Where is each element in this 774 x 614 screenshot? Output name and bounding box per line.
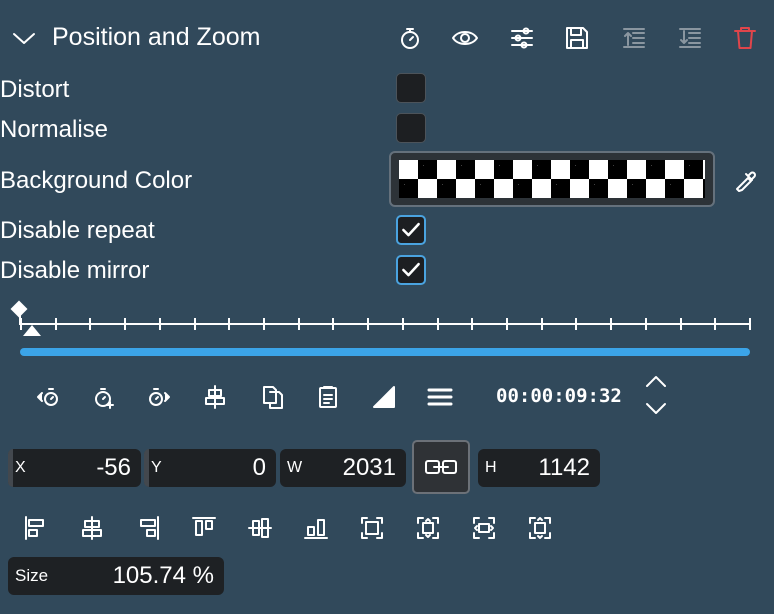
ruler-tick <box>471 318 474 330</box>
size-key-label: Size <box>15 566 49 585</box>
stopwatch-icon[interactable] <box>396 24 424 52</box>
link-icon <box>425 460 457 474</box>
link-aspect-button[interactable] <box>412 440 470 494</box>
fit-height-icon[interactable] <box>414 514 442 542</box>
align-bottom-icon[interactable] <box>302 514 330 542</box>
save-icon[interactable] <box>563 24 591 52</box>
field-handle <box>144 449 149 487</box>
ruler-tick <box>401 318 404 330</box>
ruler-tick <box>54 318 57 330</box>
playhead-marker[interactable] <box>23 325 41 336</box>
paste-icon[interactable] <box>314 383 342 411</box>
transparent-checker-pattern <box>399 160 705 198</box>
timecode-down-icon[interactable] <box>642 396 670 418</box>
align-vcenter-icon[interactable] <box>246 514 274 542</box>
align-hcenter-icon[interactable] <box>78 514 106 542</box>
height-field[interactable]: H 1142 <box>478 449 600 487</box>
ruler-tick <box>436 318 439 330</box>
ruler-tick <box>124 318 127 330</box>
ruler-tick <box>575 318 578 330</box>
background-color-label: Background Color <box>0 167 193 194</box>
timecode-display[interactable]: 00:00:09:32 <box>496 384 622 408</box>
previous-keyframe-icon[interactable] <box>34 383 62 411</box>
move-up-icon[interactable] <box>620 24 648 52</box>
align-left-icon[interactable] <box>22 514 50 542</box>
size-value[interactable]: 105.74 % <box>75 562 224 590</box>
copy-icon[interactable] <box>259 383 287 411</box>
ruler-tick <box>193 318 196 330</box>
x-value[interactable]: -56 <box>37 454 141 482</box>
disable-mirror-label: Disable mirror <box>0 257 150 284</box>
eye-icon[interactable] <box>451 24 479 52</box>
fit-all-icon[interactable] <box>526 514 554 542</box>
timeline-ruler[interactable] <box>20 323 750 325</box>
ruler-tick <box>714 318 717 330</box>
timecode-up-icon[interactable] <box>642 372 670 394</box>
background-color-swatch[interactable] <box>389 151 715 207</box>
ruler-tick <box>367 318 370 330</box>
ruler-tick <box>540 318 543 330</box>
check-icon <box>402 222 420 237</box>
w-value[interactable]: 2031 <box>309 454 406 482</box>
ruler-tick <box>20 318 22 330</box>
size-field[interactable]: Size 105.74 % <box>8 557 224 595</box>
distort-label: Distort <box>0 76 70 103</box>
ruler-tick <box>506 318 508 330</box>
disable-repeat-checkbox[interactable] <box>396 215 426 245</box>
menu-icon[interactable] <box>426 383 454 411</box>
panel-title: Position and Zoom <box>52 23 261 51</box>
normalise-checkbox[interactable] <box>396 113 426 143</box>
ruler-tick <box>89 318 92 330</box>
ruler-tick <box>332 318 335 330</box>
chevron-down-icon[interactable] <box>10 24 38 52</box>
field-handle <box>8 449 13 487</box>
disable-mirror-checkbox[interactable] <box>396 255 426 285</box>
ruler-tick <box>610 318 613 330</box>
center-icon[interactable] <box>201 383 229 411</box>
ruler-tick <box>679 318 682 330</box>
ruler-tick <box>263 318 265 330</box>
y-position-field[interactable]: Y 0 <box>144 449 276 487</box>
h-key-label: H <box>485 459 497 476</box>
ruler-tick <box>297 318 300 330</box>
ruler-tick <box>644 318 647 330</box>
ruler-tick <box>749 318 751 330</box>
w-key-label: W <box>287 459 303 476</box>
h-value[interactable]: 1142 <box>507 454 600 482</box>
disable-repeat-label: Disable repeat <box>0 217 155 244</box>
x-position-field[interactable]: X -56 <box>8 449 141 487</box>
interpolation-icon[interactable] <box>370 383 398 411</box>
width-field[interactable]: W 2031 <box>280 449 406 487</box>
sliders-icon[interactable] <box>508 24 536 52</box>
timeline-progress-bar[interactable] <box>20 348 750 356</box>
distort-checkbox[interactable] <box>396 73 426 103</box>
ruler-tick <box>158 318 161 330</box>
fit-icon[interactable] <box>358 514 386 542</box>
fit-width-icon[interactable] <box>470 514 498 542</box>
ruler-tick <box>228 318 231 330</box>
y-value[interactable]: 0 <box>173 454 276 482</box>
color-picker-icon[interactable] <box>732 166 760 194</box>
add-keyframe-icon[interactable] <box>90 383 118 411</box>
delete-icon[interactable] <box>731 24 759 52</box>
check-icon <box>402 262 420 277</box>
normalise-label: Normalise <box>0 116 109 143</box>
align-right-icon[interactable] <box>134 514 162 542</box>
move-down-icon[interactable] <box>676 24 704 52</box>
next-keyframe-icon[interactable] <box>145 383 173 411</box>
align-top-icon[interactable] <box>190 514 218 542</box>
